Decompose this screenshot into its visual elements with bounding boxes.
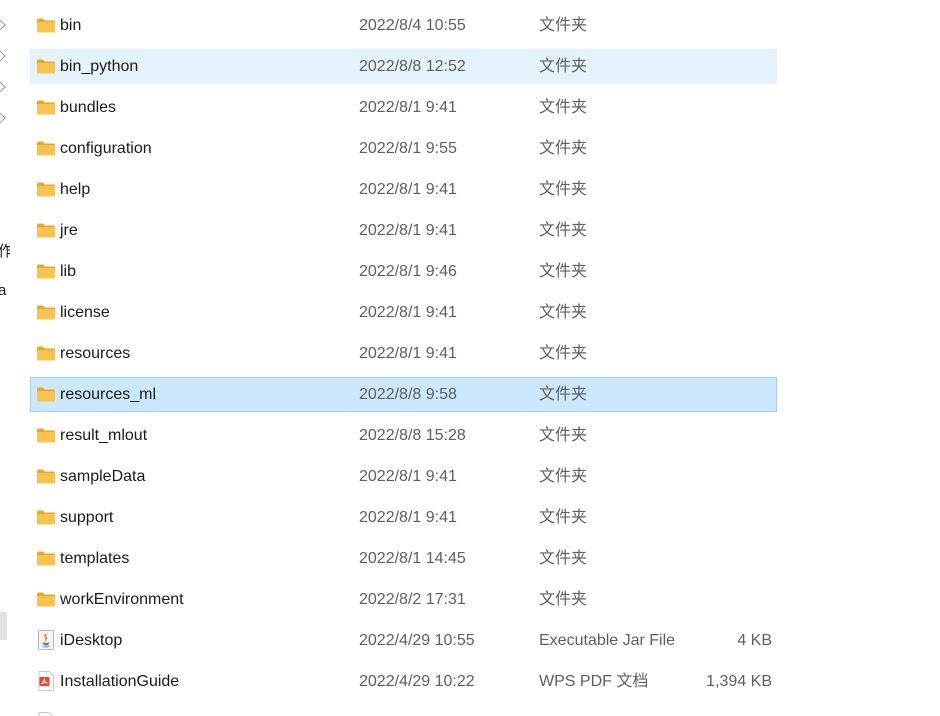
file-date-modified: 2022/4/29 10:55 (359, 632, 475, 649)
folder-icon (36, 345, 56, 362)
file-date-modified: 2022/8/1 9:46 (359, 263, 457, 280)
folder-icon (36, 304, 56, 321)
file-type: Executable Jar File (539, 632, 676, 649)
file-row[interactable] (30, 705, 777, 716)
folder-icon (36, 263, 56, 280)
file-type: 文件夹 (539, 427, 588, 444)
file-date-modified: 2022/8/4 10:55 (359, 17, 466, 34)
file-date-modified: 2022/8/1 9:41 (359, 345, 457, 362)
file-name: workEnvironment (60, 591, 184, 608)
file-name: resources_ml (60, 386, 157, 403)
file-type: 文件夹 (539, 58, 588, 75)
file-row[interactable]: bundles 2022/8/1 9:41 文件夹 (30, 90, 777, 125)
file-name: sampleData (60, 468, 146, 485)
java-jar-icon (36, 630, 56, 650)
file-name: bin_python (60, 58, 139, 75)
file-row[interactable]: templates 2022/8/1 14:45 文件夹 (30, 541, 777, 576)
file-row[interactable]: resources 2022/8/1 9:41 文件夹 (30, 336, 777, 371)
file-row[interactable]: workEnvironment 2022/8/2 17:31 文件夹 (30, 582, 777, 617)
file-name: templates (60, 550, 130, 567)
file-name: result_mlout (60, 427, 148, 444)
file-name: bin (60, 17, 82, 34)
file-date-modified: 2022/8/8 9:58 (359, 386, 457, 403)
file-name: jre (60, 222, 78, 239)
folder-icon (36, 386, 56, 403)
file-row[interactable]: support 2022/8/1 9:41 文件夹 (30, 500, 777, 535)
file-size: 4 KB (737, 632, 772, 649)
file-date-modified: 2022/8/8 15:28 (359, 427, 466, 444)
file-name: iDesktop (60, 632, 123, 649)
file-name: InstallationGuide (60, 673, 180, 690)
file-date-modified: 2022/8/1 9:55 (359, 140, 457, 157)
file-name: support (60, 509, 114, 526)
file-row[interactable]: bin 2022/8/4 10:55 文件夹 (30, 8, 777, 43)
folder-icon (36, 550, 56, 567)
file-row[interactable]: resources_ml 2022/8/8 9:58 文件夹 (30, 377, 777, 412)
file-name: license (60, 304, 110, 321)
file-type: 文件夹 (539, 181, 588, 198)
file-row[interactable]: help 2022/8/1 9:41 文件夹 (30, 172, 777, 207)
file-date-modified: 2022/8/2 17:31 (359, 591, 466, 608)
file-name: help (60, 181, 91, 198)
folder-icon (36, 427, 56, 444)
file-row[interactable]: bin_python 2022/8/8 12:52 文件夹 (30, 49, 777, 84)
file-row[interactable]: result_mlout 2022/8/8 15:28 文件夹 (30, 418, 777, 453)
folder-icon (36, 17, 56, 34)
folder-icon (36, 58, 56, 75)
file-type: 文件夹 (539, 345, 588, 362)
folder-icon (36, 509, 56, 526)
file-type: 文件夹 (539, 17, 588, 34)
file-explorer-window: 作 a bin 2022/8/4 10:55 文件夹 bin_python 2022/8… (0, 0, 940, 716)
file-type: 文件夹 (539, 386, 588, 403)
file-row[interactable]: jre 2022/8/1 9:41 文件夹 (30, 213, 777, 248)
file-type: 文件夹 (539, 222, 588, 239)
file-date-modified: 2022/8/1 9:41 (359, 509, 457, 526)
file-row[interactable]: configuration 2022/8/1 9:55 文件夹 (30, 131, 777, 166)
file-row[interactable]: lib 2022/8/1 9:46 文件夹 (30, 254, 777, 289)
file-date-modified: 2022/8/1 9:41 (359, 222, 457, 239)
folder-icon (36, 468, 56, 485)
file-date-modified: 2022/8/1 9:41 (359, 99, 457, 116)
folder-icon (36, 222, 56, 239)
file-row[interactable]: InstallationGuide 2022/4/29 10:22 WPS PDF … (30, 664, 777, 699)
file-date-modified: 2022/8/1 9:41 (359, 304, 457, 321)
file-type: 文件夹 (539, 509, 588, 526)
file-type: 文件夹 (539, 304, 588, 321)
file-row[interactable]: license 2022/8/1 9:41 文件夹 (30, 295, 777, 330)
pdf-file-icon (36, 671, 56, 691)
folder-icon (36, 591, 56, 608)
folder-icon (36, 181, 56, 198)
file-type: 文件夹 (539, 550, 588, 567)
file-name: lib (60, 263, 77, 280)
file-date-modified: 2022/4/29 10:22 (359, 673, 475, 690)
folder-icon (36, 99, 56, 116)
file-name: bundles (60, 99, 117, 116)
file-row[interactable]: sampleData 2022/8/1 9:41 文件夹 (30, 459, 777, 494)
folder-icon (36, 140, 56, 157)
file-type: WPS PDF 文档 (539, 673, 649, 690)
file-type: 文件夹 (539, 468, 588, 485)
file-list: bin 2022/8/4 10:55 文件夹 bin_python 2022/8/8 1… (0, 0, 940, 716)
file-date-modified: 2022/8/1 9:41 (359, 468, 457, 485)
file-type: 文件夹 (539, 591, 588, 608)
file-name: resources (60, 345, 131, 362)
file-type: 文件夹 (539, 263, 588, 280)
file-size: 1,394 KB (706, 673, 772, 690)
file-name: configuration (60, 140, 152, 157)
file-date-modified: 2022/8/1 14:45 (359, 550, 466, 567)
file-row[interactable]: iDesktop 2022/4/29 10:55 Executable Jar Fi… (30, 623, 777, 658)
file-type: 文件夹 (539, 99, 588, 116)
file-date-modified: 2022/8/1 9:41 (359, 181, 457, 198)
file-date-modified: 2022/8/8 12:52 (359, 58, 466, 75)
file-type: 文件夹 (539, 140, 588, 157)
